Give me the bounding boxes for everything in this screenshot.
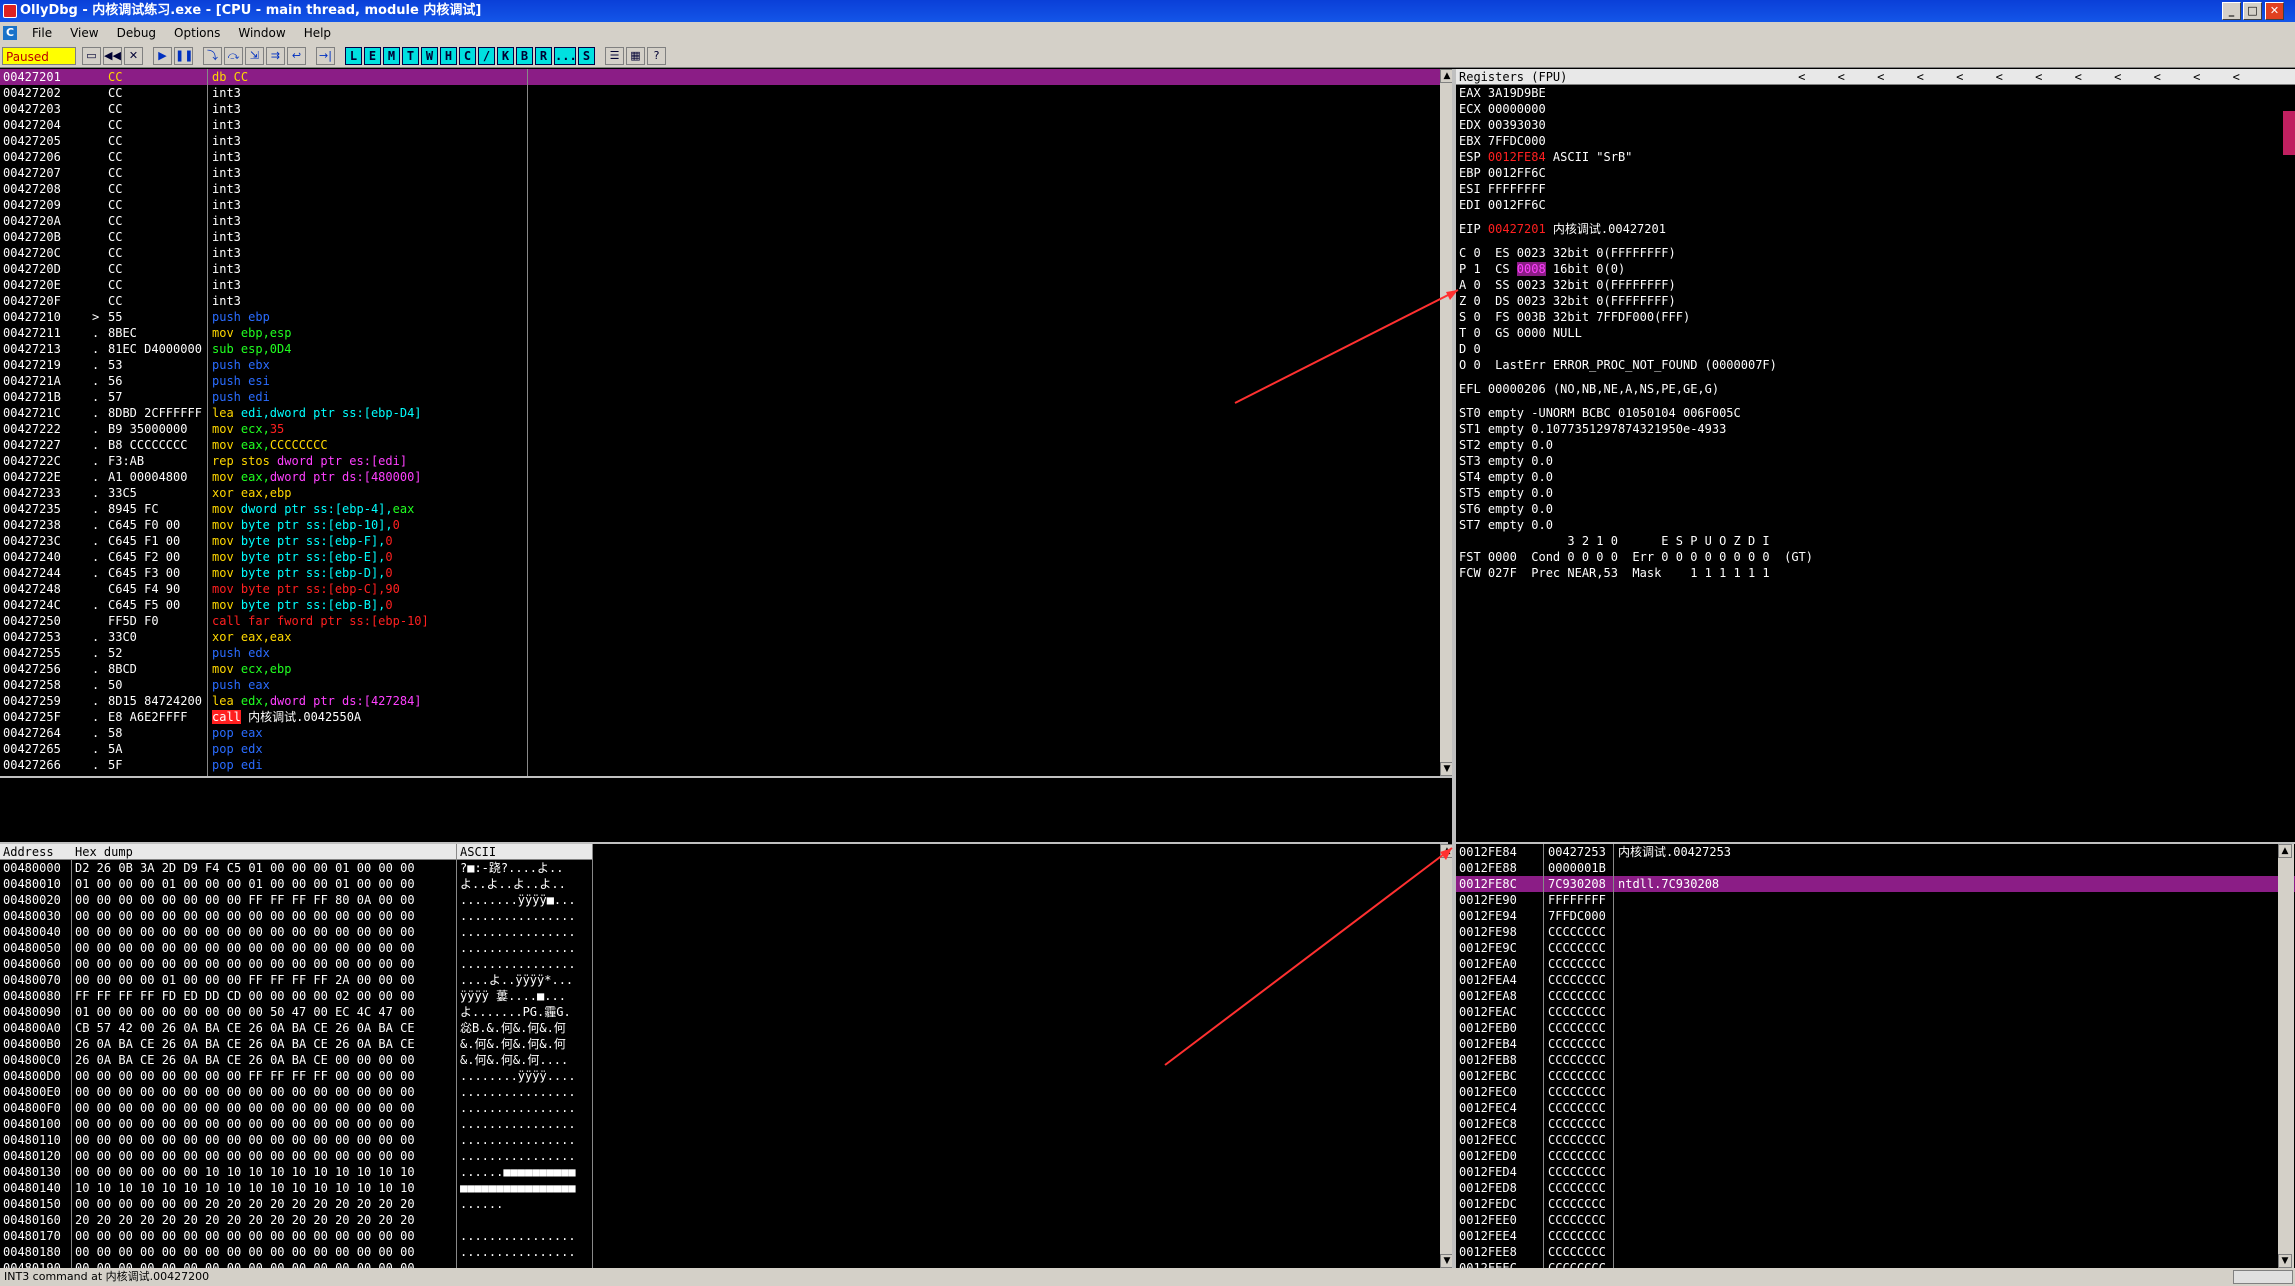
annotation-overlay <box>1164 289 1459 1066</box>
annotation-arrow-line <box>1164 847 1453 1066</box>
annotation-arrowhead <box>1440 848 1452 860</box>
status-panel <box>2233 1270 2293 1284</box>
annotation-arrowhead <box>1446 290 1458 300</box>
status-text: INT3 command at 内核调试.00427200 <box>4 1270 210 1283</box>
annotation-arrow-line <box>1234 289 1459 404</box>
status-bar: INT3 command at 内核调试.00427200 <box>0 1268 2295 1286</box>
